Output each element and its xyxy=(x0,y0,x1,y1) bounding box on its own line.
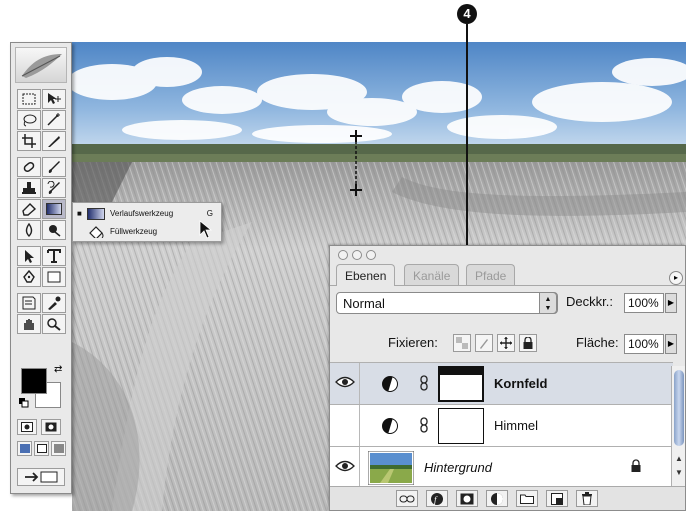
path-selection-tool-icon[interactable] xyxy=(17,246,41,266)
zoom-tool-icon[interactable] xyxy=(42,314,66,334)
dodge-tool-icon[interactable] xyxy=(42,220,66,240)
tab-layers[interactable]: Ebenen xyxy=(336,264,396,286)
foreground-color-swatch[interactable] xyxy=(21,368,47,394)
zoom-window-button[interactable] xyxy=(366,250,376,260)
layer-name[interactable]: Kornfeld xyxy=(494,376,547,391)
feather-logo-icon xyxy=(15,47,67,83)
eyedropper-tool-icon[interactable] xyxy=(42,293,66,313)
slice-tool-icon[interactable] xyxy=(42,131,66,151)
blend-mode-select[interactable]: Normal ▲ ▼ xyxy=(336,292,558,314)
shape-tool-icon[interactable] xyxy=(42,267,66,287)
layers-scrollbar[interactable]: ▲ ▼ xyxy=(671,366,685,488)
link-layers-icon[interactable] xyxy=(396,490,418,507)
paint-bucket-icon xyxy=(89,225,104,238)
notes-tool-icon[interactable] xyxy=(17,293,41,313)
close-window-button[interactable] xyxy=(338,250,348,260)
gradient-tool-flyout: ■ Verlaufswerkzeug G Füllwerkzeug xyxy=(72,202,222,242)
healing-brush-tool-icon[interactable] xyxy=(17,157,41,177)
layers-bottom-toolbar: f xyxy=(330,486,685,510)
standard-screen-mode-icon[interactable] xyxy=(17,441,32,456)
gradient-drag-line[interactable] xyxy=(346,130,366,198)
marquee-tool-icon[interactable] xyxy=(17,89,41,109)
visibility-toggle[interactable] xyxy=(330,447,360,488)
brush-tool-icon[interactable] xyxy=(42,157,66,177)
scroll-up-icon[interactable]: ▲ xyxy=(674,454,684,464)
eraser-tool-icon[interactable] xyxy=(17,199,41,219)
clone-stamp-tool-icon[interactable] xyxy=(17,178,41,198)
eye-icon xyxy=(335,376,355,388)
blur-tool-icon[interactable] xyxy=(17,220,41,240)
lock-icon xyxy=(631,459,641,472)
lock-image-pixels-icon[interactable] xyxy=(475,334,493,352)
magic-wand-tool-icon[interactable] xyxy=(42,110,66,130)
lock-label: Fixieren: xyxy=(388,335,438,350)
adjustment-layer-icon xyxy=(382,376,398,392)
full-screen-menu-mode-icon[interactable] xyxy=(34,441,49,456)
trash-icon[interactable] xyxy=(576,490,598,507)
lock-position-icon[interactable] xyxy=(497,334,515,352)
link-chain-icon[interactable] xyxy=(420,375,428,391)
hand-tool-icon[interactable] xyxy=(17,314,41,334)
jump-to-imageready-icon[interactable] xyxy=(17,468,65,486)
flyout-item-label: Verlaufswerkzeug xyxy=(110,209,174,218)
minimize-window-button[interactable] xyxy=(352,250,362,260)
layer-row-himmel[interactable]: Himmel xyxy=(330,404,673,446)
full-screen-mode-icon[interactable] xyxy=(51,441,66,456)
add-layer-mask-icon[interactable] xyxy=(456,490,478,507)
layer-row-kornfeld[interactable]: Kornfeld xyxy=(330,362,673,404)
mouse-pointer-icon xyxy=(199,220,213,239)
opacity-slider-arrow-icon[interactable]: ▶ xyxy=(665,293,677,313)
opacity-input[interactable]: 100% xyxy=(624,293,664,313)
eye-icon xyxy=(335,460,355,472)
layers-panel: Ebenen Kanäle Pfade ▸ Normal ▲ ▼ Deckkr.:… xyxy=(329,245,686,511)
fill-input[interactable]: 100% xyxy=(624,334,664,354)
toolbox-panel: ⇄ xyxy=(10,42,72,494)
crop-tool-icon[interactable] xyxy=(17,131,41,151)
chevron-updown-icon: ▲ ▼ xyxy=(539,292,557,314)
layer-name[interactable]: Himmel xyxy=(494,418,538,433)
flyout-item-paint-bucket-tool[interactable]: Füllwerkzeug xyxy=(77,223,219,240)
opacity-label: Deckkr.: xyxy=(566,294,613,309)
lasso-tool-icon[interactable] xyxy=(17,110,41,130)
scroll-down-icon[interactable]: ▼ xyxy=(674,468,684,478)
flyout-item-label: Füllwerkzeug xyxy=(110,227,158,236)
visibility-toggle[interactable] xyxy=(330,405,360,446)
panel-menu-arrow-icon[interactable]: ▸ xyxy=(669,271,683,285)
flyout-item-shortcut: G xyxy=(206,209,213,218)
move-tool-icon[interactable] xyxy=(42,89,66,109)
quick-mask-mode-icon[interactable] xyxy=(41,419,61,435)
tab-channels[interactable]: Kanäle xyxy=(404,264,460,286)
scrollbar-thumb[interactable] xyxy=(674,370,684,446)
pen-tool-icon[interactable] xyxy=(17,267,41,287)
standard-mode-icon[interactable] xyxy=(17,419,37,435)
new-layer-icon[interactable] xyxy=(546,490,568,507)
history-brush-tool-icon[interactable] xyxy=(42,178,66,198)
tab-paths[interactable]: Pfade xyxy=(466,264,516,286)
layer-row-hintergrund[interactable]: Hintergrund xyxy=(330,446,673,488)
selected-bullet-icon: ■ xyxy=(77,209,82,218)
blend-mode-value: Normal xyxy=(343,296,385,311)
visibility-toggle[interactable] xyxy=(330,363,360,404)
layer-style-icon[interactable]: f xyxy=(426,490,448,507)
new-adjustment-layer-icon[interactable] xyxy=(486,490,508,507)
layer-mask-thumbnail[interactable] xyxy=(438,366,484,402)
lock-transparency-icon[interactable] xyxy=(453,334,471,352)
layer-mask-thumbnail[interactable] xyxy=(438,408,484,444)
type-tool-icon[interactable] xyxy=(42,246,66,266)
link-chain-icon[interactable] xyxy=(420,417,428,433)
gradient-tool-icon[interactable] xyxy=(42,199,66,219)
layer-thumbnail[interactable] xyxy=(368,451,414,485)
swap-colors-icon[interactable]: ⇄ xyxy=(54,364,62,375)
fill-slider-arrow-icon[interactable]: ▶ xyxy=(665,334,677,354)
new-group-folder-icon[interactable] xyxy=(516,490,538,507)
step-number-badge: 4 xyxy=(457,4,477,24)
flyout-item-gradient-tool[interactable]: ■ Verlaufswerkzeug G xyxy=(77,205,219,222)
adjustment-layer-icon xyxy=(382,418,398,434)
gradient-tool-icon xyxy=(87,207,105,220)
default-colors-icon[interactable] xyxy=(19,398,29,408)
fill-label: Fläche: xyxy=(576,335,619,350)
layer-name[interactable]: Hintergrund xyxy=(424,460,492,475)
lock-all-icon[interactable] xyxy=(519,334,537,352)
